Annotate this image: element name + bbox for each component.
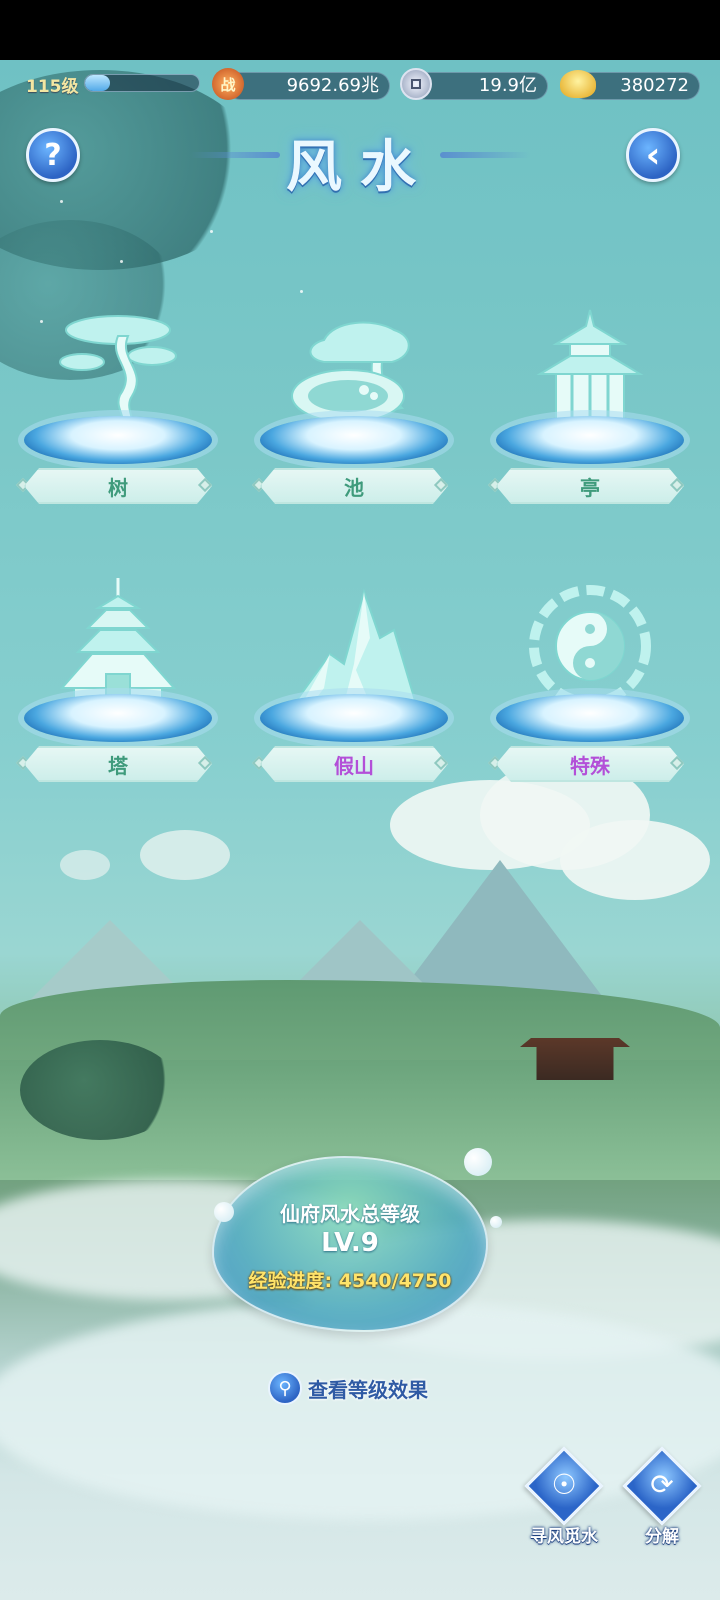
copper-pill: 19.9亿 (412, 72, 548, 100)
bubble-decoration (214, 1202, 234, 1222)
view-level-effect-label: 查看等级效果 (308, 1377, 428, 1402)
combat-power-icon: 战 (212, 68, 244, 100)
level-panel-title: 仙府风水总等级 (280, 1202, 420, 1226)
item-label-pavilion: 亭 (496, 468, 684, 504)
copper-coin-icon (400, 68, 432, 100)
pedestal (496, 416, 684, 464)
fengshui-item-pagoda[interactable]: 塔 (15, 578, 218, 808)
level-progress-bar (84, 74, 200, 92)
view-level-effect-button[interactable]: ⚲ 查看等级效果 (268, 1370, 428, 1406)
page-title: 风水 (286, 135, 434, 200)
background-scene (0, 60, 720, 1600)
help-button[interactable]: ? (26, 128, 80, 182)
fengshui-level-panel: 仙府风水总等级 LV.9 经验进度: 4540/4750 (212, 1156, 488, 1332)
pedestal (24, 694, 212, 742)
seek-water-button[interactable]: ☉ 寻风觅水 (522, 1446, 606, 1554)
back-arrow-icon: ‹ (645, 134, 661, 176)
status-bar (0, 0, 720, 60)
item-label-tree: 树 (24, 468, 212, 504)
fengshui-item-rockery[interactable]: 假山 (251, 578, 454, 808)
fengshui-item-pond[interactable]: 池 (251, 300, 454, 530)
swirl-icon: ⟳ (650, 1468, 674, 1501)
bubble-decoration (490, 1216, 502, 1228)
player-level: 115级 (26, 77, 79, 97)
gold-value: 380272 (620, 75, 689, 96)
magnifier-icon: ⚲ (268, 1371, 302, 1405)
combat-power-pill: 9692.69兆 (226, 72, 390, 100)
item-label-rockery: 假山 (260, 746, 448, 782)
exp-label: 经验进度: (248, 1270, 333, 1292)
bubble-decoration (464, 1148, 492, 1176)
pedestal (260, 416, 448, 464)
compass-icon: ☉ (551, 1468, 577, 1501)
pedestal (496, 694, 684, 742)
question-icon: ? (44, 137, 62, 173)
fengshui-item-tree[interactable]: 树 (15, 300, 218, 530)
resource-bar: 115级 9692.69兆 战 19.9亿 380272 (0, 68, 720, 102)
pedestal (260, 694, 448, 742)
exp-progress: 经验进度: 4540/4750 (214, 1266, 486, 1293)
exp-value: 4540/4750 (338, 1270, 452, 1292)
fengshui-item-pavilion[interactable]: 亭 (487, 300, 690, 530)
gold-ingot-icon (560, 70, 596, 98)
copper-value: 19.9亿 (478, 75, 537, 96)
combat-power-value: 9692.69兆 (286, 75, 379, 96)
item-label-special: 特殊 (496, 746, 684, 782)
item-label-pond: 池 (260, 468, 448, 504)
fengshui-item-special[interactable]: 特殊 (487, 578, 690, 808)
level-value: LV.9 (321, 1228, 379, 1258)
item-label-pagoda: 塔 (24, 746, 212, 782)
level-progress-fill (85, 75, 111, 91)
page-header: 风水 (160, 122, 560, 200)
decompose-button[interactable]: ⟳ 分解 (620, 1446, 704, 1554)
decompose-label: 分解 (645, 1527, 679, 1547)
pedestal (24, 416, 212, 464)
seek-water-label: 寻风觅水 (530, 1527, 598, 1547)
back-button[interactable]: ‹ (626, 128, 680, 182)
